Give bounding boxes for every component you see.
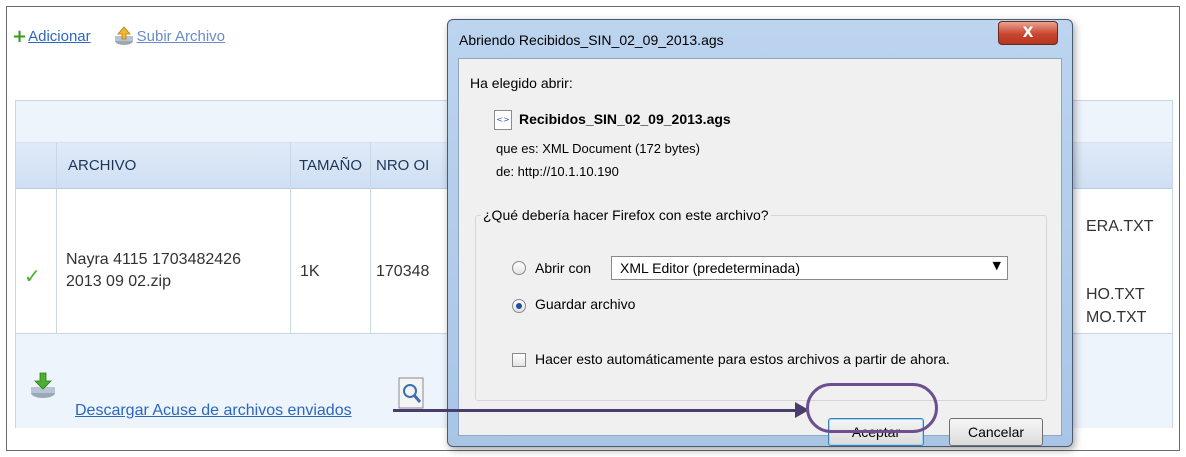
annotation-arrow: [393, 409, 805, 412]
right-fragment-2: HO.TXT: [1086, 286, 1145, 303]
open-with-app: XML Editor (predeterminada): [620, 260, 801, 276]
column-divider: [56, 143, 57, 333]
add-link[interactable]: Adicionar: [28, 28, 91, 45]
chevron-down-icon: ▼: [992, 259, 1001, 272]
xml-file-icon: <>: [494, 110, 512, 130]
open-with-select[interactable]: XML Editor (predeterminada) ▼: [611, 256, 1008, 280]
file-name: Recibidos_SIN_02_09_2013.ags: [519, 111, 731, 127]
auto-action-checkbox[interactable]: [512, 353, 526, 367]
open-file-dialog: Abriendo Recibidos_SIN_02_09_2013.ags X …: [447, 19, 1073, 447]
toolbar: + Adicionar Subir Archivo: [12, 24, 225, 48]
file-size: 1K: [300, 263, 320, 280]
column-divider: [370, 143, 371, 333]
dialog-title: Abriendo Recibidos_SIN_02_09_2013.ags: [459, 32, 724, 48]
column-header-nro[interactable]: NRO OI: [376, 143, 429, 189]
preview-icon[interactable]: [398, 377, 426, 409]
close-button[interactable]: X: [998, 21, 1058, 45]
file-number: 170348: [376, 263, 430, 280]
close-icon: X: [1022, 25, 1034, 41]
auto-action-label[interactable]: Hacer esto automáticamente para estos ar…: [535, 351, 950, 367]
file-type: que es: XML Document (172 bytes): [496, 141, 701, 156]
right-fragment-3: MO.TXT: [1086, 309, 1147, 326]
dialog-body: Ha elegido abrir: <> Recibidos_SIN_02_09…: [458, 58, 1062, 446]
plus-icon: +: [12, 25, 28, 47]
cancel-button[interactable]: Cancelar: [949, 418, 1043, 446]
right-fragment-1: ERA.TXT: [1086, 218, 1154, 235]
file-name-line2: 2013 09 02.zip: [66, 273, 171, 290]
action-question: ¿Qué debería hacer Firefox con este arch…: [481, 207, 771, 223]
column-header-tamano[interactable]: TAMAÑO: [299, 143, 362, 189]
file-name-line1: Nayra 4115 1703482426: [66, 251, 241, 268]
download-icon: [31, 372, 55, 398]
save-file-label[interactable]: Guardar archivo: [535, 296, 635, 312]
column-divider: [290, 143, 291, 333]
open-with-label[interactable]: Abrir con: [535, 260, 591, 276]
check-icon: ✓: [24, 264, 41, 288]
open-with-radio[interactable]: [512, 261, 526, 275]
file-source: de: http://10.1.10.190: [496, 164, 619, 179]
column-header-archivo[interactable]: ARCHIVO: [68, 143, 136, 189]
upload-icon: [114, 26, 133, 45]
annotation-highlight: [806, 383, 938, 433]
save-file-radio[interactable]: [512, 299, 526, 313]
upload-link[interactable]: Subir Archivo: [137, 28, 225, 45]
chosen-label: Ha elegido abrir:: [470, 75, 573, 91]
download-receipt-link[interactable]: Descargar Acuse de archivos enviados: [75, 402, 352, 420]
